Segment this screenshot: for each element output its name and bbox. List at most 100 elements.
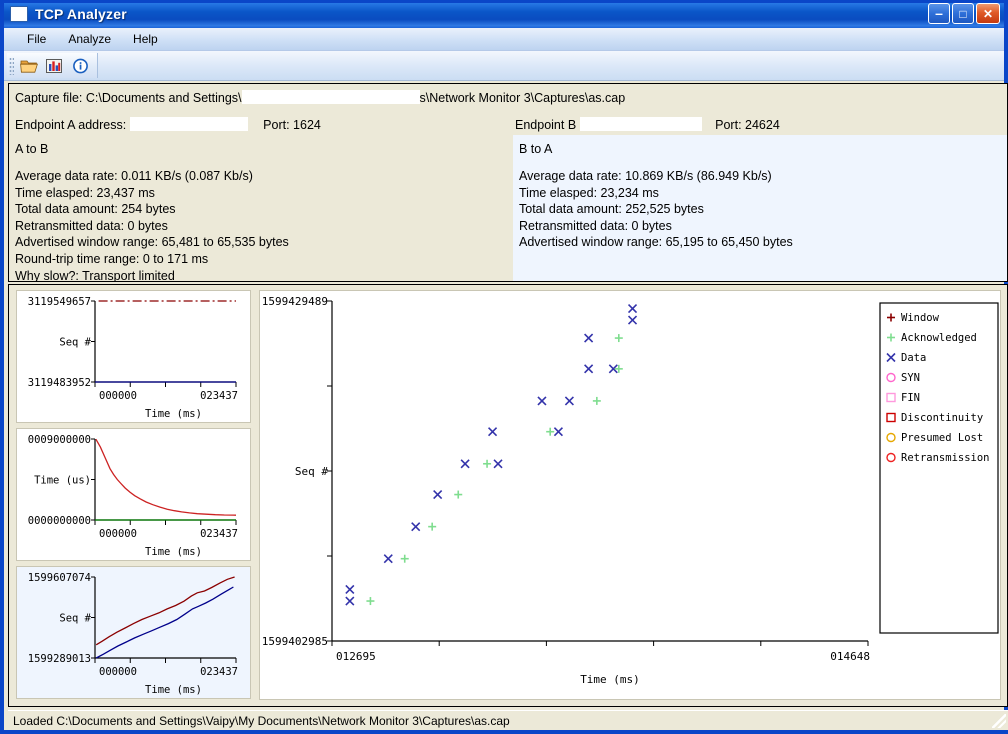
x-tick-right: 023437	[200, 666, 238, 678]
series-data	[95, 586, 234, 659]
toolbar-grip[interactable]	[9, 56, 14, 75]
main-chart-svg: 1599429489 1599402985 Seq # 012695 014648 Tim…	[262, 295, 999, 686]
window-controls: – □ ✕	[928, 3, 1000, 24]
maximize-button[interactable]: □	[952, 3, 974, 24]
toolbar	[4, 51, 1004, 81]
close-button[interactable]: ✕	[976, 3, 1000, 24]
stat-window-ab: Advertised window range: 65,481 to 65,53…	[15, 235, 289, 250]
endpoint-b-label: Endpoint B	[515, 118, 577, 132]
y-axis-label: Time (us)	[34, 475, 91, 487]
x-tick-right: 023437	[200, 528, 238, 540]
x-tick-left: 000000	[99, 528, 137, 540]
stat-total-ab: Total data amount: 254 bytes	[15, 202, 176, 217]
resize-grip[interactable]	[992, 714, 1006, 728]
y-tick-bottom: 0000000000	[28, 515, 91, 527]
mini-chart-rtt[interactable]: 0009000000 0000000000 Time (us) 000000 02343…	[16, 428, 251, 561]
x-axis-label: Time (ms)	[145, 684, 202, 696]
menu-item-analyze[interactable]: Analyze	[57, 30, 122, 48]
series-round-trip-time	[95, 438, 237, 516]
legend-label: FIN	[901, 392, 920, 404]
open-folder-icon	[20, 60, 38, 73]
series-window	[95, 576, 235, 646]
open-file-button[interactable]	[16, 53, 42, 78]
about-button[interactable]	[68, 53, 94, 78]
legend-label: Window	[901, 312, 940, 324]
legend-item-discontinuity: Discontinuity	[886, 412, 983, 424]
endpoint-a-label: Endpoint A address:	[15, 118, 127, 132]
endpoint-a-port: Port: 1624	[263, 118, 321, 132]
endpoint-a-row: Endpoint A address: Port: 1624	[15, 117, 321, 132]
y-tick-top: 1599607074	[28, 572, 91, 584]
stat-avg-rate-ab: Average data rate: 0.011 KB/s (0.087 Kb/…	[15, 169, 253, 183]
stat-total-ba: Total data amount: 252,525 bytes	[519, 202, 704, 217]
capture-file-redacted-user	[241, 90, 420, 104]
legend-label: Retransmission	[901, 452, 990, 464]
endpoint-b-address-field[interactable]	[579, 117, 702, 131]
x-tick-left: 012695	[336, 650, 376, 663]
minimize-button[interactable]: –	[928, 3, 950, 24]
stats-a-to-b: Average data rate: 0.011 KB/s (0.087 Kb/…	[15, 168, 289, 282]
stat-window-ba: Advertised window range: 65,195 to 65,45…	[519, 235, 793, 250]
maximize-icon: □	[959, 6, 967, 21]
x-axis-label: Time (ms)	[145, 408, 202, 420]
app-window: TCP Analyzer – □ ✕ File Analyze Help Cap…	[0, 0, 1008, 734]
bar-chart-icon	[46, 58, 62, 73]
x-axis-label: Time (ms)	[580, 673, 640, 686]
direction-title-b-to-a: B to A	[519, 142, 553, 156]
analyze-button[interactable]	[42, 53, 68, 78]
stat-retrans-ab: Retransmitted data: 0 bytes	[15, 218, 168, 233]
series-acknowledged	[366, 334, 623, 606]
legend-label: Discontinuity	[901, 412, 983, 424]
stat-retrans-ba: Retransmitted data: 0 bytes	[519, 218, 672, 233]
stats-b-to-a: Average data rate: 10.869 KB/s (86.949 K…	[519, 168, 793, 251]
legend-item-presumed-lost: Presumed Lost	[886, 432, 983, 444]
status-bar: Loaded C:\Documents and Settings\Vaipy\M…	[8, 710, 1008, 730]
series-data	[345, 303, 638, 606]
y-tick-top: 1599429489	[262, 295, 328, 308]
y-tick-bottom: 1599402985	[262, 635, 328, 648]
app-window-icon	[10, 6, 28, 22]
legend-item-retransmission: Retransmission	[886, 452, 990, 464]
y-tick-top: 0009000000	[28, 434, 91, 446]
main-chart-panel[interactable]: 1599429489 1599402985 Seq # 012695 014648 Tim…	[259, 290, 1001, 700]
y-tick-bottom: 1599289013	[28, 653, 91, 665]
menu-item-file[interactable]: File	[16, 30, 57, 48]
endpoint-b-port: Port: 24624	[715, 118, 780, 132]
window-title: TCP Analyzer	[35, 6, 127, 22]
minimize-icon: –	[935, 5, 943, 21]
mini-chart-seq-ab-svg: 3119549657 3119483952 Seq # 000000 023437 Tim…	[28, 296, 238, 420]
mini-chart-seq-ba[interactable]: 1599607074 1599289013 Seq # 000000 023437 Tim…	[16, 566, 251, 699]
close-icon: ✕	[982, 6, 994, 21]
endpoint-a-address-field[interactable]	[129, 117, 248, 131]
direction-pane-a-to-b: A to B Average data rate: 0.011 KB/s (0.…	[9, 135, 513, 282]
direction-title-a-to-b: A to B	[15, 142, 49, 156]
y-axis-label: Seq #	[295, 465, 328, 478]
legend-label: Acknowledged	[901, 332, 977, 344]
x-tick-right: 023437	[200, 390, 238, 402]
legend-label: Presumed Lost	[901, 432, 983, 444]
stat-rtt-ab: Round-trip time range: 0 to 171 ms	[15, 251, 209, 266]
mini-chart-seq-ab[interactable]: 3119549657 3119483952 Seq # 000000 023437 Tim…	[16, 290, 251, 423]
stat-whyslow-ab: Why slow?: Transport limited	[15, 268, 175, 282]
x-tick-left: 000000	[99, 390, 137, 402]
status-message: Loaded C:\Documents and Settings\Vaipy\M…	[13, 713, 510, 728]
direction-pane-b-to-a: B to A Average data rate: 10.869 KB/s (8…	[513, 135, 1007, 281]
legend-item-acknowledged: Acknowledged	[887, 332, 977, 344]
title-bar: TCP Analyzer – □ ✕	[4, 0, 1004, 28]
y-tick-bottom: 3119483952	[28, 377, 91, 389]
x-axis-label: Time (ms)	[145, 546, 202, 558]
stat-elapsed-ba: Time elasped: 23,234 ms	[519, 185, 659, 200]
info-icon	[73, 58, 88, 73]
menu-item-help[interactable]: Help	[122, 30, 169, 48]
capture-info-panel: Capture file: C:\Documents and Settings\…	[8, 83, 1008, 282]
x-tick-right: 014648	[830, 650, 870, 663]
legend-label: Data	[901, 352, 926, 364]
x-tick-left: 000000	[99, 666, 137, 678]
toolbar-group	[7, 53, 98, 78]
y-tick-top: 3119549657	[28, 296, 91, 308]
mini-chart-rtt-svg: 0009000000 0000000000 Time (us) 000000 02343…	[28, 434, 238, 558]
y-axis-label: Seq #	[59, 337, 91, 349]
stat-elapsed-ab: Time elasped: 23,437 ms	[15, 185, 155, 200]
legend-label: SYN	[901, 372, 920, 384]
y-axis-label: Seq #	[59, 613, 91, 625]
